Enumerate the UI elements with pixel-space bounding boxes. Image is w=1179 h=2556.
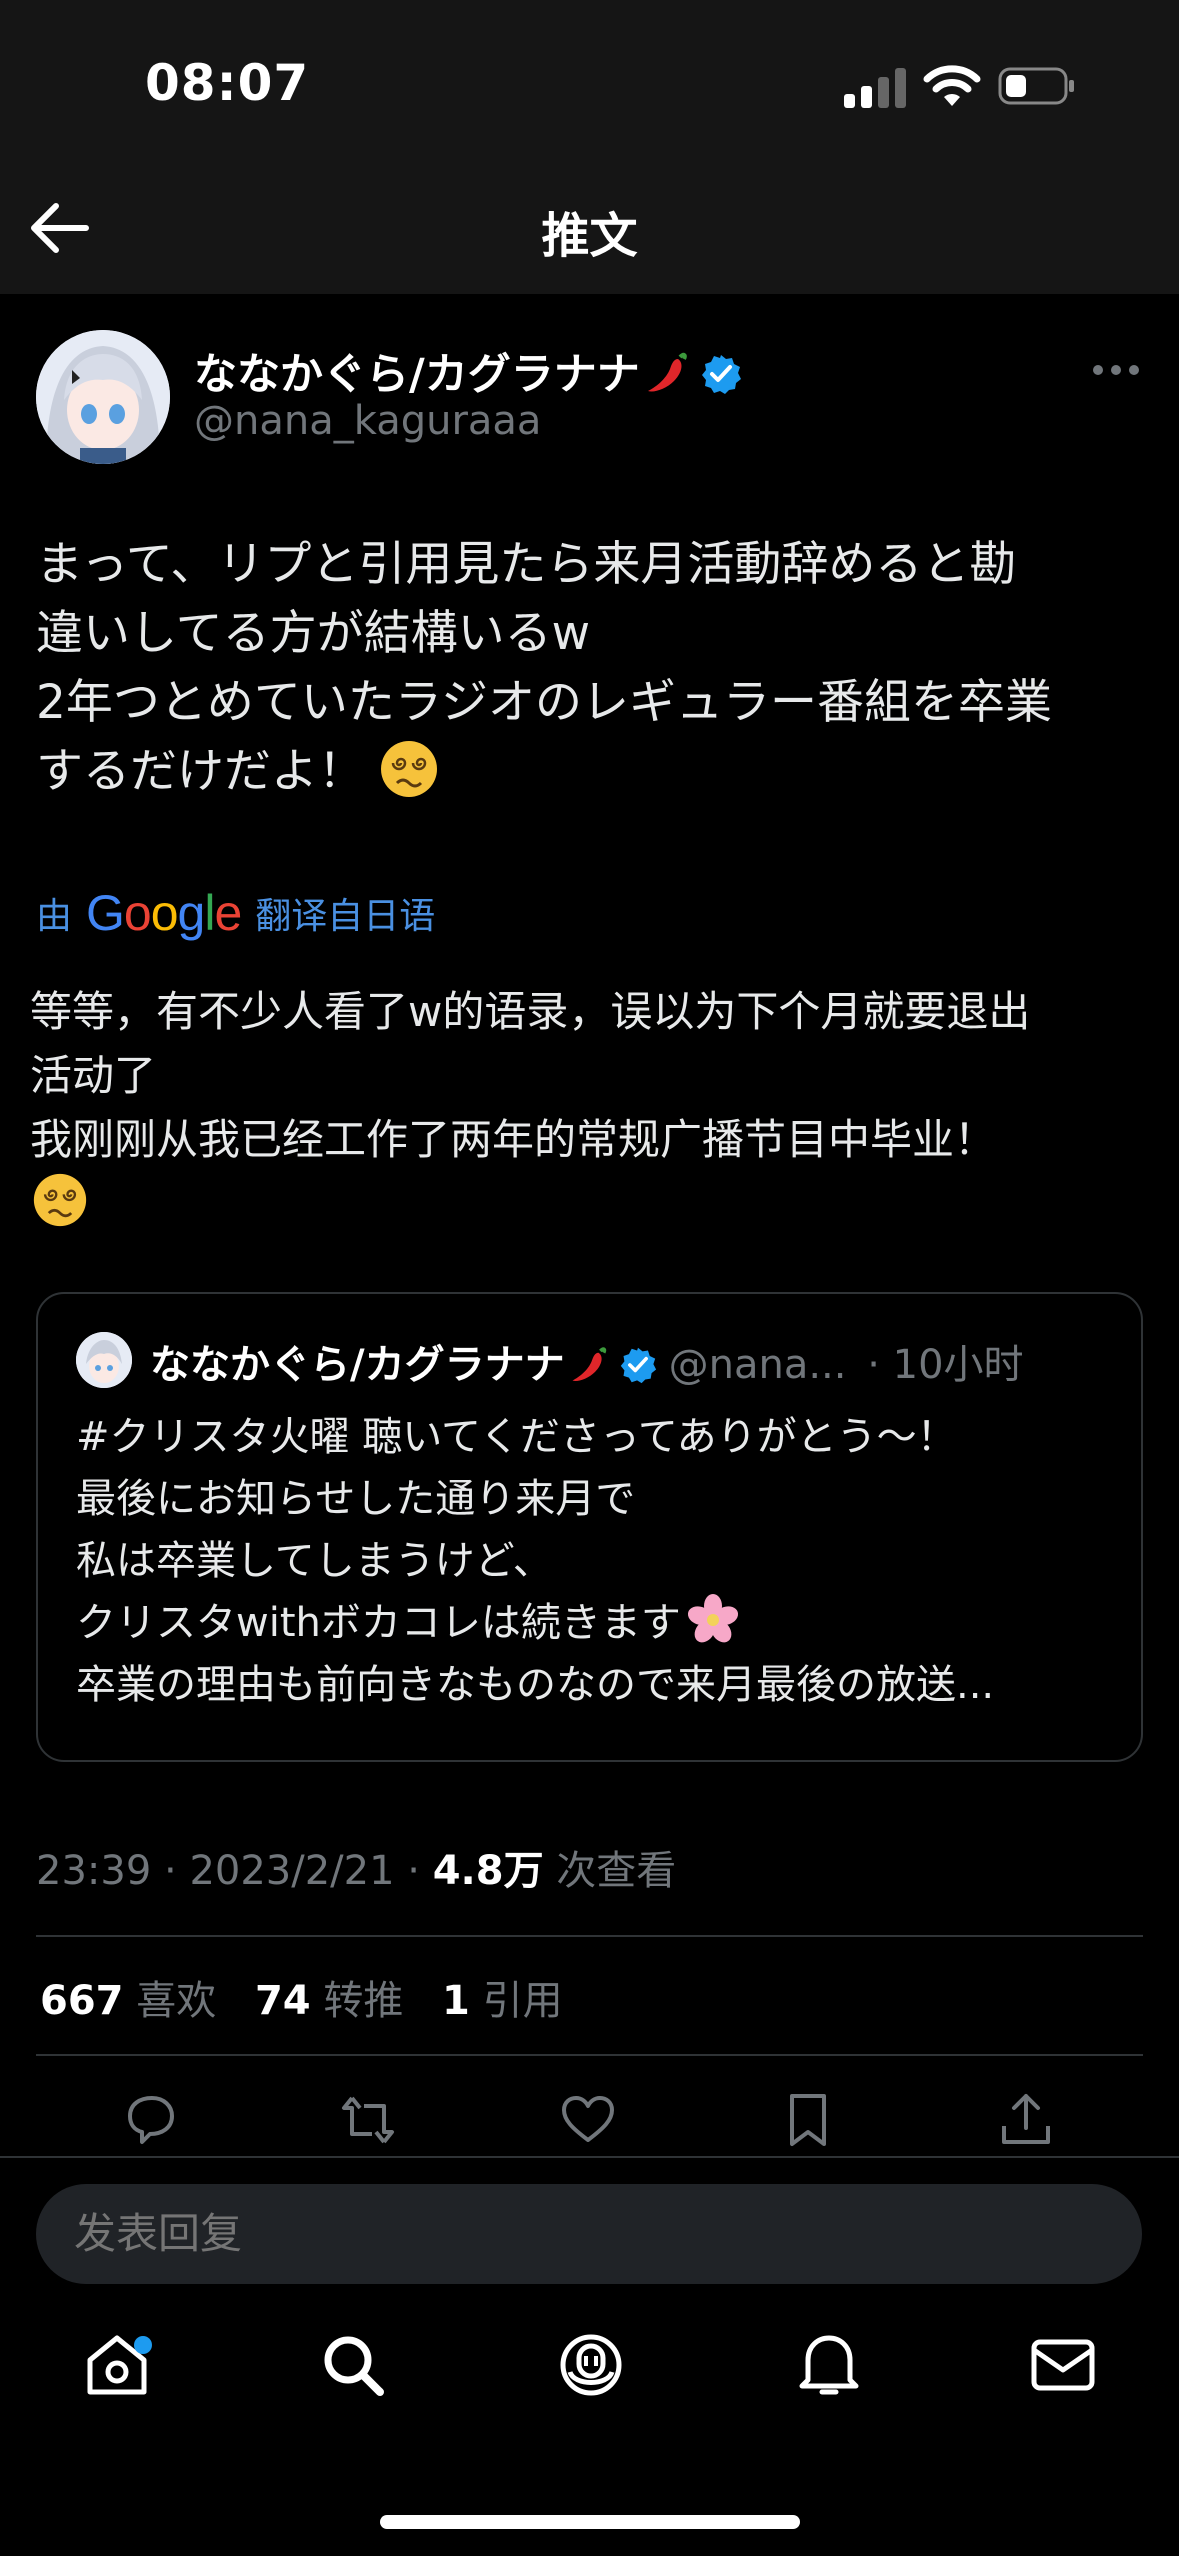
tweet-actions <box>0 2090 1179 2150</box>
home-indicator <box>380 2515 800 2529</box>
quoted-line: 卒業の理由も前向きなものなので来月最後の放送... <box>76 1662 995 1708</box>
quoted-line: 最後にお知らせした通り来月で <box>76 1476 636 1522</box>
view-label: 次查看 <box>556 1848 677 1894</box>
notifications-icon[interactable] <box>794 2330 864 2400</box>
tab-bar <box>0 2330 1179 2430</box>
retweet-count[interactable]: 74 <box>255 1978 311 2024</box>
translated-line: 等等，有不少人看了w的语录，误以为下个月就要退出 <box>30 987 1031 1036</box>
translated-text: 等等，有不少人看了w的语录，误以为下个月就要退出 活动了 我刚刚从我已经工作了两… <box>30 980 1150 1238</box>
dizzy-face-icon <box>33 1173 87 1227</box>
quoted-line: 私は卒業してしまうけど、 <box>76 1538 553 1584</box>
tweet-text: まって、リプと引用見たら来月活動辞めると勘 違いしてる方が結構いるw 2年つとめ… <box>36 530 1146 806</box>
search-icon[interactable] <box>318 2330 388 2400</box>
reply-icon[interactable] <box>120 2090 180 2150</box>
quote-count[interactable]: 1 <box>442 1978 470 2024</box>
page-title: 推文 <box>541 208 638 264</box>
translation-prefix: 由 <box>36 896 73 937</box>
reply-input[interactable] <box>36 2184 1142 2284</box>
wifi-icon <box>923 65 981 106</box>
messages-icon[interactable] <box>1028 2330 1098 2400</box>
like-count[interactable]: 667 <box>40 1978 124 2024</box>
chili-pepper-icon <box>572 1347 606 1381</box>
translation-attribution[interactable]: 由 Google 翻译自日语 <box>36 884 435 942</box>
bookmark-icon[interactable] <box>778 2090 838 2150</box>
tweet-line: まって、リプと引用見たら来月活動辞めると勘 <box>36 537 1017 592</box>
dizzy-face-icon <box>381 741 437 797</box>
chili-pepper-icon <box>647 352 687 392</box>
google-logo: Google <box>86 885 242 941</box>
tweet-meta: 23:39 · 2023/2/21 · 4.8万 次查看 <box>36 1848 677 1894</box>
avatar[interactable] <box>36 330 170 464</box>
tweet-date: 2023/2/21 <box>189 1848 395 1894</box>
tweet-time: 23:39 <box>36 1848 152 1894</box>
like-icon[interactable] <box>558 2090 618 2150</box>
quoted-tweet-card[interactable]: ななかぐら/カグラナナ @nana... · 10小时 #クリスタ火曜 聴いてく… <box>36 1292 1143 1762</box>
view-count: 4.8万 <box>432 1848 544 1894</box>
more-icon[interactable] <box>1090 355 1142 385</box>
share-icon[interactable] <box>996 2090 1056 2150</box>
retweet-icon[interactable] <box>338 2090 398 2150</box>
verified-icon <box>620 1347 656 1384</box>
verified-icon <box>701 355 741 394</box>
translation-suffix: 翻译自日语 <box>255 896 436 937</box>
cellular-signal-icon <box>844 66 906 108</box>
quoted-line: #クリスタ火曜 聴いてくださってありがとう～！ <box>76 1414 957 1460</box>
cherry-blossom-icon <box>687 1594 738 1643</box>
quoted-header: ななかぐら/カグラナナ @nana... · 10小时 <box>150 1332 1024 1390</box>
translated-line: 活动了 <box>30 1051 157 1100</box>
author-name[interactable]: ななかぐら/カグラナナ <box>194 340 742 402</box>
tweet-line: 違いしてる方が結構いるw <box>36 606 591 661</box>
status-time: 08:07 <box>145 54 310 112</box>
quoted-handle: @nana... <box>668 1342 847 1388</box>
divider <box>36 1935 1143 1937</box>
author-name-text[interactable]: ななかぐら/カグラナナ <box>194 350 640 400</box>
tweet-line: するだけだよ！ <box>36 744 365 799</box>
spaces-icon[interactable] <box>556 2330 626 2400</box>
quoted-line: クリスタwithボカコレは続きます <box>76 1600 681 1646</box>
translated-line: 我刚刚从我已经工作了两年的常规广播节目中毕业！ <box>30 1115 997 1164</box>
quoted-avatar <box>76 1332 132 1388</box>
engagement-stats: 667 喜欢 74 转推 1 引用 <box>40 1978 563 2024</box>
quoted-text: #クリスタ火曜 聴いてくださってありがとう～！ 最後にお知らせした通り来月で 私… <box>76 1406 1116 1716</box>
nav-header: 推文 <box>0 160 1179 294</box>
quoted-author-name: ななかぐら/カグラナナ <box>150 1342 565 1388</box>
quoted-time: · 10小时 <box>867 1342 1024 1388</box>
tweet-line: 2年つとめていたラジオのレギュラー番組を卒業 <box>36 675 1052 730</box>
author-handle[interactable]: @nana_kaguraaa <box>194 398 541 444</box>
notification-dot <box>134 2336 152 2354</box>
status-bar: 08:07 <box>0 0 1179 160</box>
battery-icon <box>998 67 1074 105</box>
divider <box>36 2054 1143 2056</box>
